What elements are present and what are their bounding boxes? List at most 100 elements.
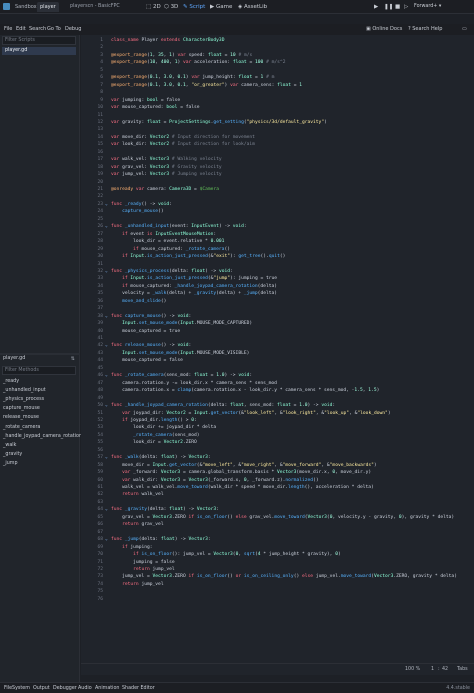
tab-sandbox[interactable]: Sandbox [12, 2, 40, 12]
code-line[interactable]: 44 mouse_captured = false [81, 357, 474, 364]
code-line[interactable]: 33 if Input.is_action_just_pressed(&"jum… [81, 275, 474, 282]
code-line[interactable]: 10 var mouse_captured: bool = false [81, 104, 474, 111]
code-line[interactable]: 61 walk_vel = walk_vel.move_toward(walk_… [81, 484, 474, 491]
code-line[interactable]: 56 [81, 447, 474, 454]
code-line[interactable]: 15 var look_dir: Vector2 # Input directio… [81, 141, 474, 148]
code-line[interactable]: 27 if event is InputEventMouseMotion: [81, 231, 474, 238]
method-list-item[interactable]: _handle_joypad_camera_rotation [3, 433, 82, 441]
workspace-game[interactable]: ▶ Game [210, 2, 232, 12]
method-list-item[interactable]: release_mouse [3, 414, 39, 422]
play-button[interactable]: ▶ [374, 2, 378, 12]
code-line[interactable]: 1 class_name Player extends CharacterBody… [81, 37, 474, 44]
workspace-script[interactable]: ✎ Script [183, 2, 205, 12]
code-line[interactable]: 23 ⌄ func _ready() -> void: [81, 201, 474, 208]
code-line[interactable]: 43 Input.set_mouse_mode(Input.MOUSE_MODE… [81, 350, 474, 357]
menu-file[interactable]: File [4, 25, 12, 34]
code-line[interactable]: 29 if mouse_captured: _rotate_camera() [81, 246, 474, 253]
code-line[interactable]: 38 ⌄ func capture_mouse() -> void: [81, 313, 474, 320]
code-line[interactable]: 6 @export_range(0.1, 3.0, 0.1) var jump_h… [81, 74, 474, 81]
tab-animation[interactable]: Animation [95, 683, 119, 693]
tab-output[interactable]: Output [33, 683, 50, 693]
code-line[interactable]: 37 [81, 305, 474, 312]
filter-scripts-input[interactable]: Filter Scripts [2, 36, 76, 45]
indent-mode[interactable]: Tabs [457, 664, 468, 675]
tab-filesystem[interactable]: FileSystem [4, 683, 30, 693]
tab-player[interactable]: player [37, 2, 59, 12]
code-line[interactable]: 51 var joypad_dir: Vector2 = Input.get_v… [81, 410, 474, 417]
code-line[interactable]: 5 [81, 67, 474, 74]
code-line[interactable]: 74 return jump_vel [81, 581, 474, 588]
code-line[interactable]: 36 move_and_slide() [81, 298, 474, 305]
code-line[interactable]: 72 return jump_vel [81, 566, 474, 573]
code-line[interactable]: 3 @export_range(1, 35, 1) var speed: floa… [81, 52, 474, 59]
code-line[interactable]: 41 [81, 335, 474, 342]
method-list-item[interactable]: _rotate_camera [3, 424, 40, 432]
code-line[interactable]: 17 var walk_vel: Vector3 # Walking veloci… [81, 156, 474, 163]
workspace-2d[interactable]: ⬚ 2D [146, 2, 161, 12]
code-line[interactable]: 28 look_dir = event.relative * 0.001 [81, 238, 474, 245]
method-list-item[interactable]: _unhandled_input [3, 387, 46, 395]
code-line[interactable]: 49 [81, 395, 474, 402]
filter-methods-input[interactable]: Filter Methods [2, 366, 76, 375]
method-list-item[interactable]: _jump [3, 460, 18, 468]
code-line[interactable]: 13 [81, 126, 474, 133]
code-line[interactable]: 20 [81, 179, 474, 186]
code-line[interactable]: 25 [81, 216, 474, 223]
tab-shader-editor[interactable]: Shader Editor [122, 683, 155, 693]
code-line[interactable]: 58 move_dir = Input.get_vector(&"move_le… [81, 462, 474, 469]
code-line[interactable]: 59 var _forward: Vector3 = camera.global… [81, 469, 474, 476]
code-line[interactable]: 46 ⌄ func _rotate_camera(sens_mod: float =… [81, 372, 474, 379]
code-line[interactable]: 34 if mouse_captured: _handle_joypad_cam… [81, 283, 474, 290]
method-list-item[interactable]: _gravity [3, 451, 22, 459]
code-line[interactable]: 54 _rotate_camera(sens_mod) [81, 432, 474, 439]
code-line[interactable]: 66 return grav_vel [81, 521, 474, 528]
code-line[interactable]: 55 look_dir = Vector2.ZERO [81, 439, 474, 446]
code-line[interactable]: 60 var walk_dir: Vector3 = Vector3(_forw… [81, 477, 474, 484]
method-list-item[interactable]: _physics_process [3, 396, 44, 404]
panel-divider[interactable] [0, 353, 80, 355]
menu-search[interactable]: Search [29, 25, 46, 34]
tab-audio[interactable]: Audio [78, 683, 92, 693]
code-line[interactable]: 30 if Input.is_action_just_pressed(&"exi… [81, 253, 474, 260]
code-line[interactable]: 48 camera.rotation.x = clamp(camera.rota… [81, 387, 474, 394]
code-line[interactable]: 7 @export_range(0.1, 3.0, 0.1, "or_greate… [81, 82, 474, 89]
code-line[interactable]: 69 if jumping: [81, 544, 474, 551]
workspace-assetlib[interactable]: ◈ AssetLib [238, 2, 267, 12]
code-line[interactable]: 22 [81, 193, 474, 200]
zoom-level[interactable]: 100 % [405, 664, 420, 675]
code-line[interactable]: 8 [81, 89, 474, 96]
code-line[interactable]: 19 var jump_vel: Vector3 # Jumping veloci… [81, 171, 474, 178]
stop-button[interactable]: ■ [395, 2, 400, 12]
tab-debugger[interactable]: Debugger [53, 683, 77, 693]
code-line[interactable]: 73 jump_vel = Vector3.ZERO if is_on_floo… [81, 573, 474, 580]
code-line[interactable]: 21 @onready var camera: Camera3D = $Camer… [81, 186, 474, 193]
code-line[interactable]: 70 if is_on_floor(): jump_vel = Vector3(… [81, 551, 474, 558]
code-line[interactable]: 26 ⌄ func _unhandled_input(event: InputEve… [81, 223, 474, 230]
code-editor[interactable]: 1 class_name Player extends CharacterBody… [81, 35, 474, 663]
code-line[interactable]: 53 look_dir += joypad_dir * delta [81, 424, 474, 431]
code-line[interactable]: 16 [81, 149, 474, 156]
method-list-item[interactable]: capture_mouse [3, 405, 40, 413]
online-docs-button[interactable]: ▣ Online Docs [366, 25, 402, 34]
code-line[interactable]: 47 camera.rotation.y -= look_dir.x * cam… [81, 380, 474, 387]
pause-button[interactable]: ❚❚ [384, 2, 393, 12]
renderer-select[interactable]: Forward+ ▾ [414, 2, 441, 12]
code-line[interactable]: 65 grav_vel = Vector3.ZERO if is_on_floo… [81, 514, 474, 521]
code-line[interactable]: 39 Input.set_mouse_mode(Input.MOUSE_MODE… [81, 320, 474, 327]
code-line[interactable]: 62 return walk_vel [81, 491, 474, 498]
code-line[interactable]: 67 [81, 529, 474, 536]
code-line[interactable]: 35 velocity = _walk(delta) + _gravity(de… [81, 290, 474, 297]
search-help-button[interactable]: ? Search Help [408, 25, 442, 34]
menu-goto[interactable]: Go To [47, 25, 61, 34]
method-list-item[interactable]: _ready [3, 378, 19, 386]
code-line[interactable]: 52 if joypad_dir.length() > 0: [81, 417, 474, 424]
code-line[interactable]: 63 [81, 499, 474, 506]
code-line[interactable]: 71 jumping = false [81, 559, 474, 566]
code-line[interactable]: 68 ⌄ func _jump(delta: float) -> Vector3: [81, 536, 474, 543]
code-line[interactable]: 64 ⌄ func _gravity(delta: float) -> Vector… [81, 506, 474, 513]
script-list-item[interactable]: player.gd [2, 47, 76, 55]
code-line[interactable]: 31 [81, 261, 474, 268]
menu-debug[interactable]: Debug [65, 25, 81, 34]
code-line[interactable]: 75 [81, 588, 474, 595]
code-line[interactable]: 9 var jumping: bool = false [81, 97, 474, 104]
